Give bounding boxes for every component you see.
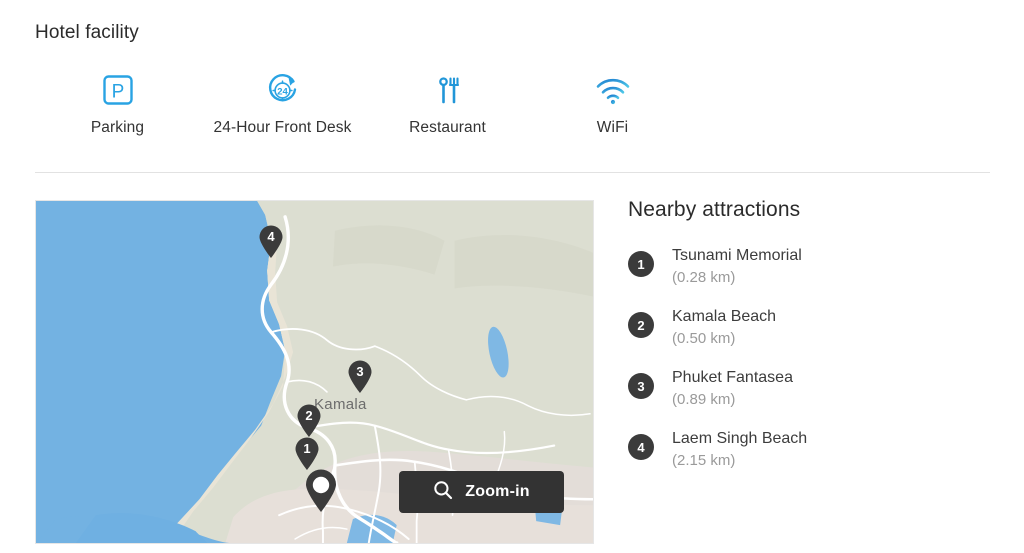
attraction-distance: (0.28 km): [672, 269, 736, 286]
restaurant-cutlery-icon: [433, 70, 463, 110]
page-title: Hotel facility: [35, 22, 139, 43]
map-marker-label: 3: [356, 364, 364, 379]
parking-icon: P: [101, 70, 135, 110]
map-marker-label: 4: [267, 229, 275, 244]
map-marker-4[interactable]: 4: [258, 225, 284, 259]
attraction-text: Kamala Beach (0.50 km): [672, 307, 776, 349]
attraction-text: Phuket Fantasea (0.89 km): [672, 368, 793, 410]
facility-item-parking: P Parking: [35, 70, 200, 137]
hotel-facility-page: Hotel facility P Parking 24 24-Hour Fron…: [0, 0, 1024, 553]
attraction-name: Kamala Beach: [672, 308, 777, 325]
attraction-name: Phuket Fantasea: [672, 369, 793, 386]
attraction-text: Tsunami Memorial (0.28 km): [672, 246, 802, 288]
svg-text:P: P: [111, 82, 124, 103]
attraction-text: Laem Singh Beach (2.15 km): [672, 429, 807, 471]
list-item[interactable]: 1 Tsunami Memorial (0.28 km): [628, 246, 998, 288]
status-badge: 4: [628, 434, 654, 460]
24-hour-clock-icon: 24: [264, 70, 302, 110]
list-item[interactable]: 2 Kamala Beach (0.50 km): [628, 307, 998, 349]
facility-label: Parking: [90, 119, 145, 136]
map-panel[interactable]: Kamala 4 3 2 1 Zoom-in: [35, 200, 594, 544]
facility-item-wifi: WiFi: [530, 70, 695, 137]
map-marker-label: 2: [305, 408, 313, 423]
map-marker-3[interactable]: 3: [347, 360, 373, 394]
attraction-distance: (0.89 km): [672, 391, 736, 408]
zoom-in-label: Zoom-in: [465, 483, 530, 500]
facility-label: WiFi: [596, 119, 629, 136]
status-badge: 1: [628, 251, 654, 277]
search-magnifier-icon: [433, 480, 453, 505]
list-item[interactable]: 3 Phuket Fantasea (0.89 km): [628, 368, 998, 410]
facility-list: P Parking 24 24-Hour Front Desk Restaura…: [35, 70, 695, 148]
map-marker-label: 1: [303, 441, 311, 456]
hotel-location-pin[interactable]: [304, 469, 338, 513]
facility-label: Restaurant: [409, 119, 486, 136]
status-badge: 2: [628, 312, 654, 338]
facility-item-restaurant: Restaurant: [365, 70, 530, 137]
attraction-name: Tsunami Memorial: [672, 247, 802, 264]
map-marker-2[interactable]: 2: [296, 404, 322, 438]
status-badge: 3: [628, 373, 654, 399]
list-item[interactable]: 4 Laem Singh Beach (2.15 km): [628, 429, 998, 471]
wifi-icon: [593, 70, 633, 110]
attraction-distance: (0.50 km): [672, 330, 736, 347]
map-marker-1[interactable]: 1: [294, 437, 320, 471]
attraction-distance: (2.15 km): [672, 452, 736, 469]
section-divider: [35, 172, 990, 173]
nearby-attractions-title: Nearby attractions: [628, 198, 801, 221]
nearby-attractions-panel: Nearby attractions 1 Tsunami Memorial (0…: [628, 198, 998, 490]
facility-item-front-desk: 24 24-Hour Front Desk: [200, 70, 365, 137]
svg-text:24: 24: [277, 86, 288, 97]
zoom-in-button[interactable]: Zoom-in: [399, 471, 564, 513]
facility-label: 24-Hour Front Desk: [213, 119, 352, 136]
attraction-name: Laem Singh Beach: [672, 430, 808, 447]
